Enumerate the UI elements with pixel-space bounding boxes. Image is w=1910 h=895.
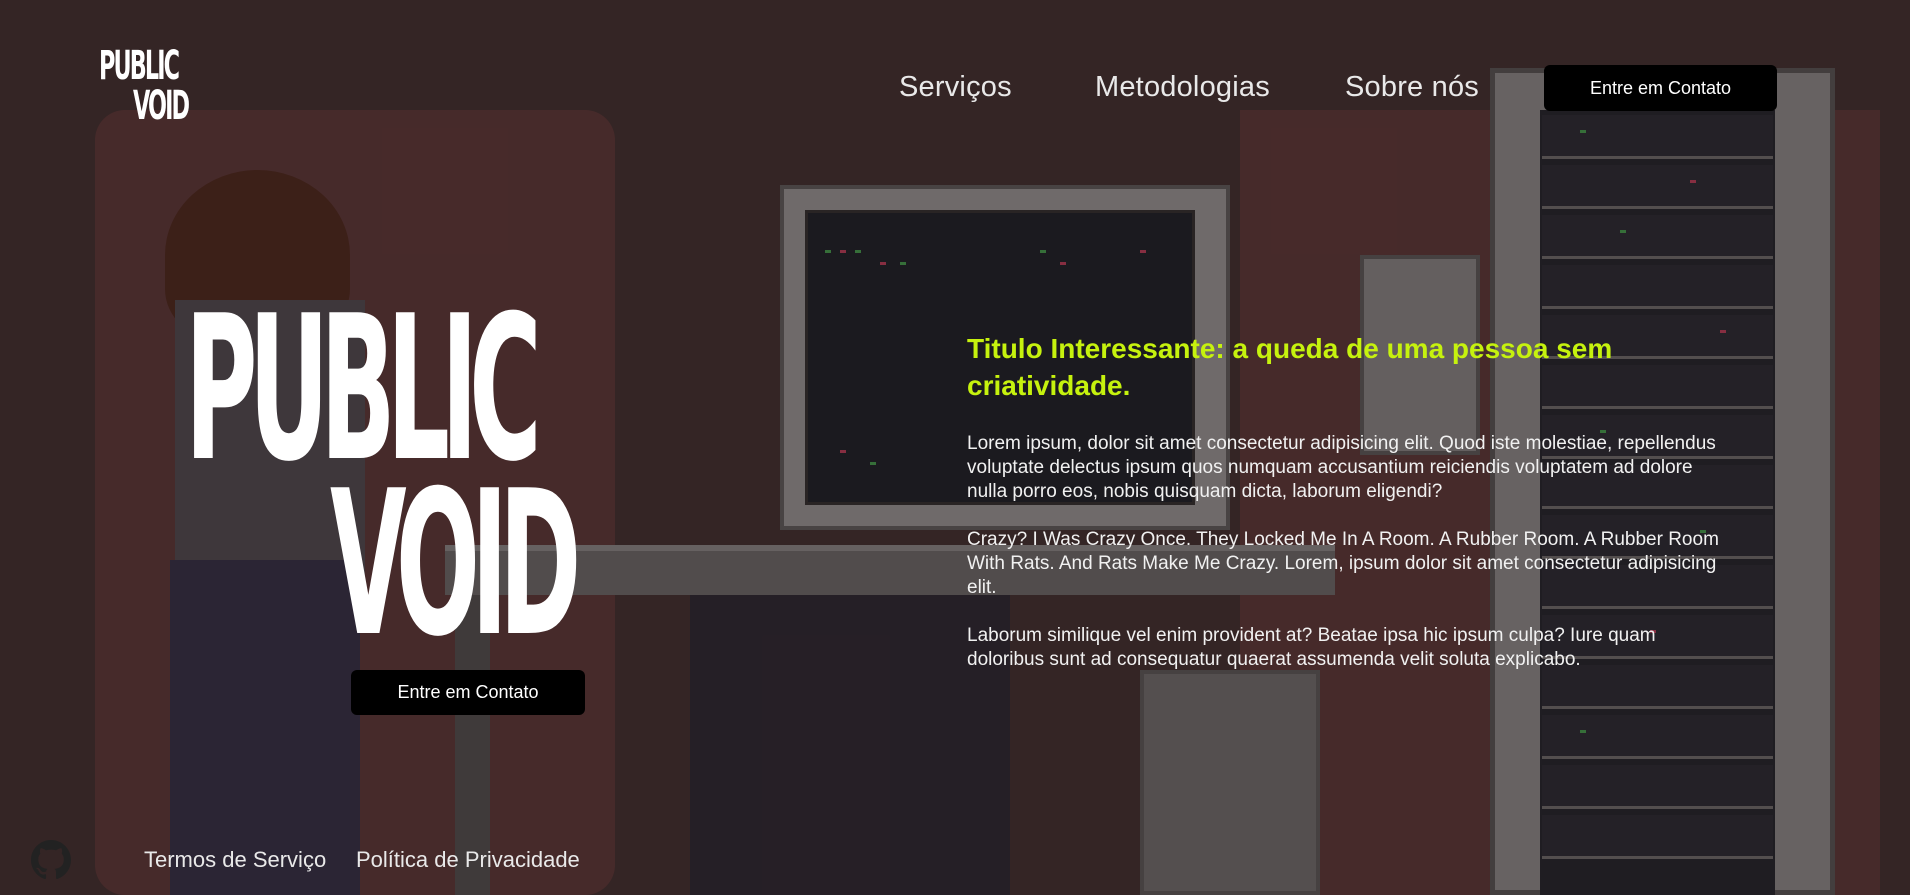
intro-section: Titulo Interessante: a queda de uma pess…	[967, 330, 1737, 696]
paragraph-1: Lorem ipsum, dolor sit amet consectetur …	[967, 433, 1716, 502]
nav-item-sobre-nos[interactable]: Sobre nós	[1345, 71, 1479, 104]
hero-title-line-2: VOID	[330, 448, 581, 681]
paragraph-2: Crazy? I Was Crazy Once. They Locked Me …	[967, 529, 1719, 598]
section-headline: Titulo Interessante: a queda de uma pess…	[967, 333, 1613, 401]
logo-line-1: PUBLIC	[99, 43, 180, 89]
paragraph-3: Laborum similique vel enim provident at?…	[967, 625, 1656, 670]
hero-title: PUBLIC VOID	[185, 290, 595, 665]
logo[interactable]: PUBLIC VOID	[99, 46, 195, 128]
footer-link-terms[interactable]: Termos de Serviço	[144, 847, 326, 873]
header-contact-button[interactable]: Entre em Contato	[1544, 65, 1777, 111]
hero-contact-button[interactable]: Entre em Contato	[351, 670, 585, 715]
github-icon[interactable]	[31, 840, 71, 880]
logo-line-2: VOID	[133, 83, 190, 129]
footer-link-privacy[interactable]: Política de Privacidade	[356, 847, 580, 873]
nav-item-servicos[interactable]: Serviços	[899, 71, 1012, 104]
nav-item-metodologias[interactable]: Metodologias	[1095, 71, 1270, 104]
github-icon-graphic	[31, 840, 71, 880]
